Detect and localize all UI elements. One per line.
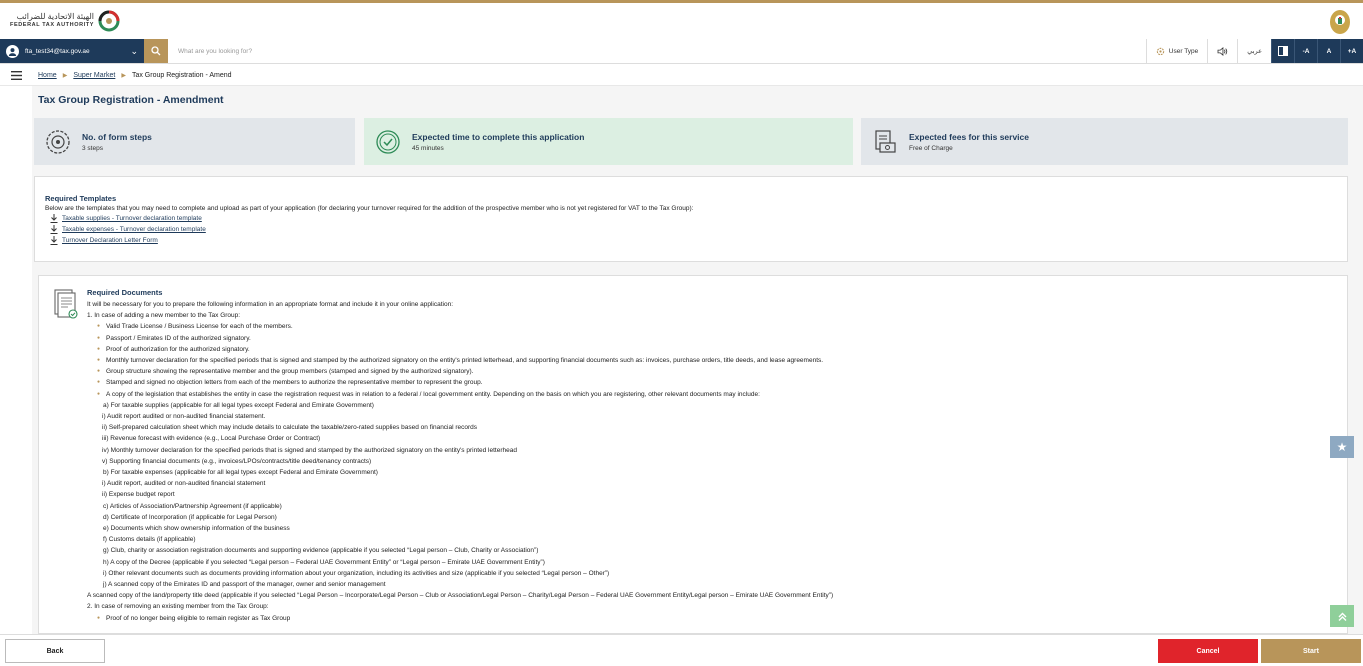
user-type-label: User Type (1168, 47, 1199, 55)
double-chevron-up-icon (1338, 612, 1346, 621)
top-navbar: fta_test34@tax.gov.ae ⌄ What are you loo… (0, 39, 1363, 64)
doc-bullet: Passport / Emirates ID of the authorized… (87, 333, 1347, 344)
doc-line: d) Certificate of Incorporation (if appl… (103, 513, 277, 521)
template-link-item[interactable]: Turnover Declaration Letter Form (50, 235, 1337, 246)
uae-emblem-icon (1330, 10, 1350, 34)
doc-line: ii) Expense budget report (102, 491, 175, 499)
doc-line: A scanned copy of the land/property titl… (87, 592, 834, 600)
start-button[interactable]: Start (1261, 639, 1361, 663)
breadcrumb-separator-icon: ▶ (121, 73, 126, 79)
expected-time-card: Expected time to complete this applicati… (364, 118, 853, 165)
download-icon (50, 214, 58, 223)
star-icon: ★ (1336, 440, 1348, 454)
doc-bullet: Proof of no longer being eligible to rem… (87, 613, 1347, 624)
doc-line: ii) Self-prepared calculation sheet whic… (102, 424, 478, 432)
doc-line: c) Articles of Association/Partnership A… (103, 502, 282, 510)
card-value: 3 steps (82, 144, 103, 152)
breadcrumb-separator-icon: ▶ (62, 73, 68, 79)
logo-english-text: FEDERAL TAX AUTHORITY (10, 22, 94, 28)
user-email: fta_test34@tax.gov.ae (25, 47, 90, 55)
font-reset-button[interactable]: A (1317, 39, 1340, 63)
download-icon (50, 225, 58, 234)
doc-bullet: A copy of the legislation that establish… (87, 389, 1347, 400)
clock-check-icon (376, 129, 400, 154)
fta-logo[interactable]: الهيئة الاتحادية للضرائب FEDERAL TAX AUT… (10, 10, 120, 32)
doc-line: g) Club, charity or association registra… (103, 547, 539, 555)
required-documents-section: Required Documents It will be necessary … (38, 275, 1348, 634)
font-decrease-button[interactable]: -A (1294, 39, 1317, 63)
section-title: Required Templates (45, 194, 117, 203)
section-title: Required Documents (87, 288, 163, 297)
menu-icon[interactable] (0, 71, 32, 80)
doc-line: i) Audit report audited or non-audited f… (102, 413, 266, 421)
card-value: 45 minutes (412, 144, 444, 152)
chevron-down-icon: ⌄ (130, 45, 138, 56)
breadcrumb-parent[interactable]: Super Market (73, 72, 115, 79)
card-title: No. of form steps (82, 131, 152, 142)
text-to-speech-button[interactable] (1207, 39, 1238, 63)
main-content: Tax Group Registration - Amendment No. o… (32, 86, 1363, 634)
user-account-menu[interactable]: fta_test34@tax.gov.ae ⌄ (0, 39, 144, 63)
page-title: Tax Group Registration - Amendment (38, 94, 224, 106)
fta-logo-mark-icon (98, 10, 120, 32)
template-link[interactable]: Taxable supplies - Turnover declaration … (62, 213, 202, 224)
doc-line: i) Audit report, audited or non-audited … (102, 480, 266, 488)
user-icon (6, 44, 19, 58)
doc-line: 2. In case of removing an existing membe… (87, 603, 269, 611)
gear-icon (1156, 47, 1164, 55)
form-steps-card: No. of form steps 3 steps (34, 118, 355, 165)
doc-line: i) Other relevant documents such as docu… (103, 569, 610, 577)
invoice-icon (875, 129, 896, 153)
template-link-item[interactable]: Taxable expenses - Turnover declaration … (50, 224, 1337, 235)
doc-line: j) A scanned copy of the Emirates ID and… (103, 581, 386, 589)
document-check-icon (54, 289, 78, 319)
favorite-star-button[interactable]: ★ (1330, 436, 1354, 458)
action-footer: Back Cancel Start (0, 634, 1363, 666)
doc-bullet: Valid Trade License / Business License f… (87, 321, 1347, 332)
breadcrumb: Home ▶ Super Market ▶ Tax Group Registra… (0, 66, 1363, 86)
site-header: الهيئة الاتحادية للضرائب FEDERAL TAX AUT… (0, 3, 1363, 39)
logo-arabic-text: الهيئة الاتحادية للضرائب (16, 12, 94, 21)
card-value: Free of Charge (909, 144, 953, 152)
doc-line: 1. In case of adding a new member to the… (87, 312, 241, 320)
doc-line: e) Documents which show ownership inform… (103, 525, 290, 533)
download-icon (50, 236, 58, 245)
doc-bullet: Stamped and signed no objection letters … (87, 377, 1347, 388)
card-title: Expected fees for this service (909, 131, 1030, 142)
doc-line: b) For taxable expenses (applicable for … (103, 469, 378, 477)
doc-line: a) For taxable supplies (applicable for … (103, 401, 374, 409)
language-toggle[interactable]: عربي (1237, 39, 1271, 63)
speaker-icon (1217, 46, 1228, 56)
doc-bullet: Proof of authorization for the authorize… (87, 344, 1347, 355)
template-link[interactable]: Turnover Declaration Letter Form (62, 235, 158, 246)
back-button[interactable]: Back (5, 639, 105, 663)
doc-line: h) A copy of the Decree (applicable if y… (103, 558, 545, 566)
templates-intro: Below are the templates that you may nee… (45, 205, 694, 212)
card-title: Expected time to complete this applicati… (412, 131, 585, 142)
search-button[interactable] (144, 39, 168, 63)
template-link-item[interactable]: Taxable supplies - Turnover declaration … (50, 213, 1337, 224)
doc-line: iv) Monthly turnover declaration for the… (102, 446, 517, 454)
search-input[interactable]: What are you looking for? (168, 39, 1146, 63)
search-icon (151, 46, 161, 56)
doc-line: f) Customs details (if applicable) (103, 536, 196, 544)
doc-bullet: Group structure showing the representati… (87, 366, 1347, 377)
contrast-toggle[interactable] (1271, 39, 1294, 63)
doc-line: v) Supporting financial documents (e.g.,… (102, 457, 372, 465)
doc-line: iii) Revenue forecast with evidence (e.g… (102, 435, 321, 443)
breadcrumb-home[interactable]: Home (38, 72, 57, 79)
template-link[interactable]: Taxable expenses - Turnover declaration … (62, 224, 206, 235)
font-increase-button[interactable]: +A (1340, 39, 1363, 63)
scroll-top-button[interactable] (1330, 605, 1354, 627)
gear-steps-icon (46, 129, 70, 154)
doc-line: It will be necessary for you to prepare … (87, 301, 454, 308)
user-type-selector[interactable]: User Type (1145, 39, 1208, 63)
required-templates-section: Required Templates Below are the templat… (34, 176, 1348, 262)
cancel-button[interactable]: Cancel (1158, 639, 1258, 663)
contrast-icon (1278, 46, 1288, 56)
breadcrumb-current: Tax Group Registration - Amend (131, 72, 232, 79)
doc-bullet: Monthly turnover declaration for the spe… (87, 355, 1347, 366)
expected-fees-card: Expected fees for this service Free of C… (861, 118, 1348, 165)
